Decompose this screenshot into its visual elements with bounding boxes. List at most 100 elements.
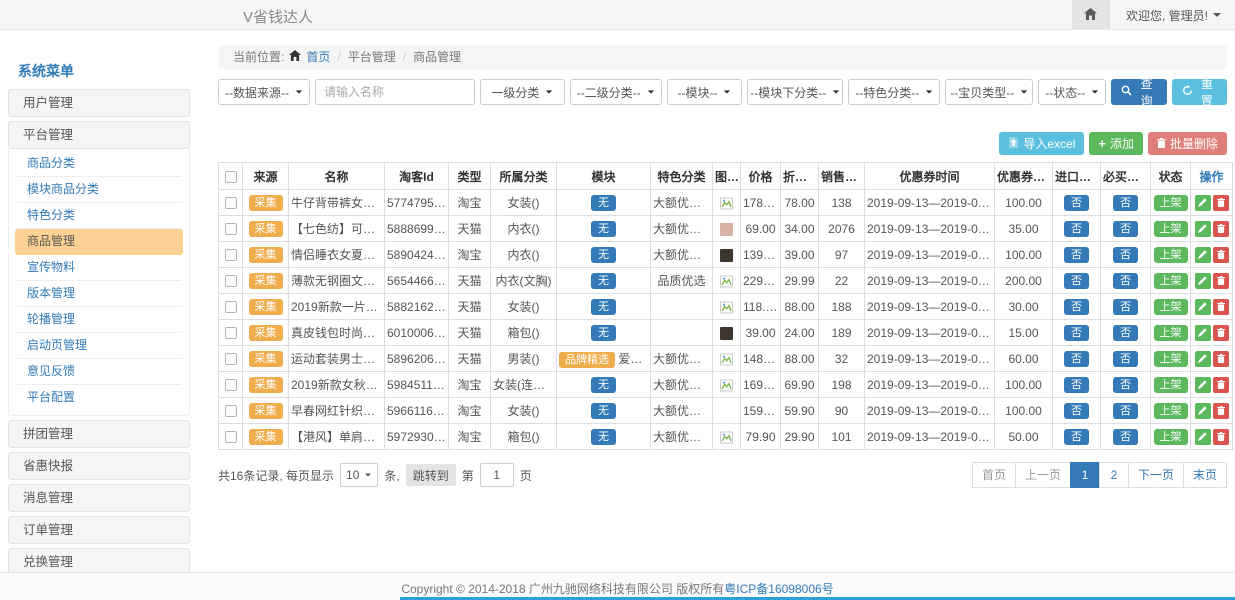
sidebar-item-商品分类[interactable]: 商品分类 xyxy=(15,151,183,177)
import-select-badge[interactable]: 否 xyxy=(1064,351,1089,367)
status-badge[interactable]: 上架 xyxy=(1154,299,1188,315)
sidebar-group-消息管理[interactable]: 消息管理 xyxy=(8,484,190,512)
edit-button[interactable] xyxy=(1195,299,1211,315)
edit-button[interactable] xyxy=(1195,351,1211,367)
import-select-badge[interactable]: 否 xyxy=(1064,247,1089,263)
edit-button[interactable] xyxy=(1195,221,1211,237)
add-button[interactable]: + 添加 xyxy=(1089,132,1143,155)
delete-button[interactable] xyxy=(1213,299,1229,315)
row-checkbox[interactable] xyxy=(225,353,237,365)
import-select-badge[interactable]: 否 xyxy=(1064,429,1089,445)
must-buy-badge[interactable]: 否 xyxy=(1113,299,1138,315)
delete-button[interactable] xyxy=(1213,273,1229,289)
import-select-badge[interactable]: 否 xyxy=(1064,221,1089,237)
page-button-2[interactable]: 2 xyxy=(1099,462,1129,488)
delete-button[interactable] xyxy=(1213,247,1229,263)
select-all-checkbox[interactable] xyxy=(225,171,237,183)
feature-category-select[interactable]: --特色分类-- xyxy=(848,79,940,105)
row-checkbox[interactable] xyxy=(225,301,237,313)
sidebar-item-宣传物料[interactable]: 宣传物料 xyxy=(15,255,183,281)
sidebar-group-订单管理[interactable]: 订单管理 xyxy=(8,516,190,544)
row-checkbox[interactable] xyxy=(225,431,237,443)
status-badge[interactable]: 上架 xyxy=(1154,377,1188,393)
row-checkbox[interactable] xyxy=(225,327,237,339)
status-badge[interactable]: 上架 xyxy=(1154,351,1188,367)
data-source-select[interactable]: --数据来源-- xyxy=(218,79,310,105)
jump-button[interactable]: 跳转到 xyxy=(406,464,456,486)
edit-button[interactable] xyxy=(1195,325,1211,341)
level1-category-select[interactable]: 一级分类 xyxy=(480,79,565,105)
row-checkbox[interactable] xyxy=(225,223,237,235)
row-checkbox[interactable] xyxy=(225,275,237,287)
page-button-1[interactable]: 1 xyxy=(1070,462,1100,488)
sidebar-item-特色分类[interactable]: 特色分类 xyxy=(15,203,183,229)
reset-button[interactable]: 重置 xyxy=(1172,79,1227,105)
home-button[interactable] xyxy=(1072,0,1110,30)
sidebar-item-商品管理[interactable]: 商品管理 xyxy=(15,229,183,255)
page-size-select[interactable]: 10 xyxy=(340,463,378,487)
level2-category-select[interactable]: --二级分类-- xyxy=(570,79,662,105)
status-badge[interactable]: 上架 xyxy=(1154,221,1188,237)
status-badge[interactable]: 上架 xyxy=(1154,325,1188,341)
must-buy-badge[interactable]: 否 xyxy=(1113,273,1138,289)
must-buy-badge[interactable]: 否 xyxy=(1113,351,1138,367)
sidebar-item-意见反馈[interactable]: 意见反馈 xyxy=(15,359,183,385)
module-sub-category-select[interactable]: --模块下分类-- xyxy=(747,79,843,105)
sidebar-group-拼团管理[interactable]: 拼团管理 xyxy=(8,420,190,448)
sidebar-item-平台配置[interactable]: 平台配置 xyxy=(15,385,183,411)
status-badge[interactable]: 上架 xyxy=(1154,273,1188,289)
batch-delete-button[interactable]: 批量删除 xyxy=(1148,132,1227,155)
must-buy-badge[interactable]: 否 xyxy=(1113,195,1138,211)
import-select-badge[interactable]: 否 xyxy=(1064,403,1089,419)
name-input[interactable] xyxy=(315,79,475,105)
delete-button[interactable] xyxy=(1213,351,1229,367)
import-select-badge[interactable]: 否 xyxy=(1064,195,1089,211)
row-checkbox[interactable] xyxy=(225,197,237,209)
delete-button[interactable] xyxy=(1213,377,1229,393)
import-select-badge[interactable]: 否 xyxy=(1064,377,1089,393)
jump-page-input[interactable] xyxy=(480,463,514,487)
page-button-首页[interactable]: 首页 xyxy=(972,462,1016,488)
user-menu[interactable]: 欢迎您, 管理员! xyxy=(1110,7,1235,24)
must-buy-badge[interactable]: 否 xyxy=(1113,403,1138,419)
page-button-末页[interactable]: 末页 xyxy=(1183,462,1227,488)
breadcrumb-home-link[interactable]: 首页 xyxy=(306,46,330,68)
delete-button[interactable] xyxy=(1213,429,1229,445)
sidebar-group-平台管理[interactable]: 平台管理 xyxy=(8,121,190,149)
sidebar-item-版本管理[interactable]: 版本管理 xyxy=(15,281,183,307)
sidebar-group-省惠快报[interactable]: 省惠快报 xyxy=(8,452,190,480)
import-select-badge[interactable]: 否 xyxy=(1064,325,1089,341)
must-buy-badge[interactable]: 否 xyxy=(1113,429,1138,445)
page-button-下一页[interactable]: 下一页 xyxy=(1128,462,1184,488)
row-checkbox[interactable] xyxy=(225,249,237,261)
delete-button[interactable] xyxy=(1213,403,1229,419)
sidebar-group-用户管理[interactable]: 用户管理 xyxy=(8,89,190,117)
status-select[interactable]: --状态-- xyxy=(1038,79,1106,105)
import-select-badge[interactable]: 否 xyxy=(1064,299,1089,315)
import-select-badge[interactable]: 否 xyxy=(1064,273,1089,289)
search-button[interactable]: 查询 xyxy=(1111,79,1166,105)
page-button-上一页[interactable]: 上一页 xyxy=(1015,462,1071,488)
edit-button[interactable] xyxy=(1195,195,1211,211)
edit-button[interactable] xyxy=(1195,377,1211,393)
sidebar-item-模块商品分类[interactable]: 模块商品分类 xyxy=(15,177,183,203)
row-checkbox[interactable] xyxy=(225,405,237,417)
must-buy-badge[interactable]: 否 xyxy=(1113,325,1138,341)
delete-button[interactable] xyxy=(1213,221,1229,237)
import-excel-button[interactable]: 导入excel xyxy=(999,132,1084,155)
status-badge[interactable]: 上架 xyxy=(1154,195,1188,211)
module-select[interactable]: --模块-- xyxy=(667,79,743,105)
delete-button[interactable] xyxy=(1213,195,1229,211)
icp-link[interactable]: 粤ICP备16098006号 xyxy=(724,582,833,596)
must-buy-badge[interactable]: 否 xyxy=(1113,247,1138,263)
item-type-select[interactable]: --宝贝类型-- xyxy=(945,79,1033,105)
delete-button[interactable] xyxy=(1213,325,1229,341)
edit-button[interactable] xyxy=(1195,247,1211,263)
sidebar-item-启动页管理[interactable]: 启动页管理 xyxy=(15,333,183,359)
row-checkbox[interactable] xyxy=(225,379,237,391)
edit-button[interactable] xyxy=(1195,429,1211,445)
status-badge[interactable]: 上架 xyxy=(1154,429,1188,445)
must-buy-badge[interactable]: 否 xyxy=(1113,377,1138,393)
status-badge[interactable]: 上架 xyxy=(1154,403,1188,419)
must-buy-badge[interactable]: 否 xyxy=(1113,221,1138,237)
